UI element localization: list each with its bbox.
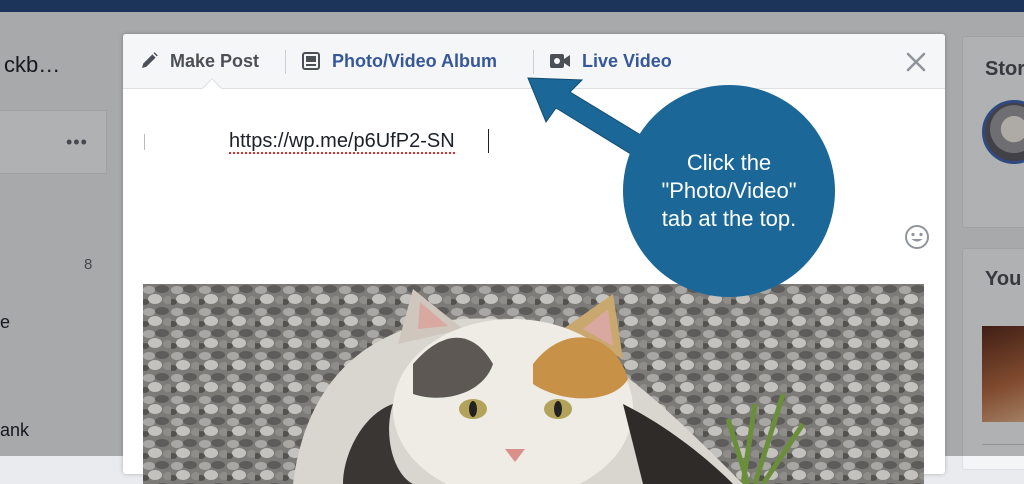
- tab-label: Make Post: [170, 50, 260, 71]
- tab-label: Photo/Video Album: [332, 50, 497, 71]
- tab-make-post[interactable]: Make Post: [139, 49, 259, 73]
- pencil-icon: [142, 52, 158, 68]
- post-text-input[interactable]: https://wp.me/p6UfP2-SN: [229, 130, 455, 154]
- callout-text: Click the "Photo/Video" tab at the top.: [661, 150, 797, 231]
- video-camera-icon: [550, 54, 570, 68]
- active-tab-pointer: [202, 78, 222, 98]
- attached-cat-photo[interactable]: [143, 284, 924, 484]
- text-cursor: [488, 129, 489, 153]
- smiley-icon[interactable]: [904, 224, 930, 250]
- instruction-callout: Click the "Photo/Video" tab at the top.: [623, 85, 835, 297]
- tab-label: Live Video: [582, 50, 672, 71]
- text-cursor-marker: [144, 134, 145, 150]
- tab-divider: [285, 50, 286, 74]
- tab-photo-video-album[interactable]: Photo/Video Album: [301, 49, 497, 73]
- close-icon[interactable]: [903, 49, 929, 75]
- photo-album-icon: [302, 52, 320, 70]
